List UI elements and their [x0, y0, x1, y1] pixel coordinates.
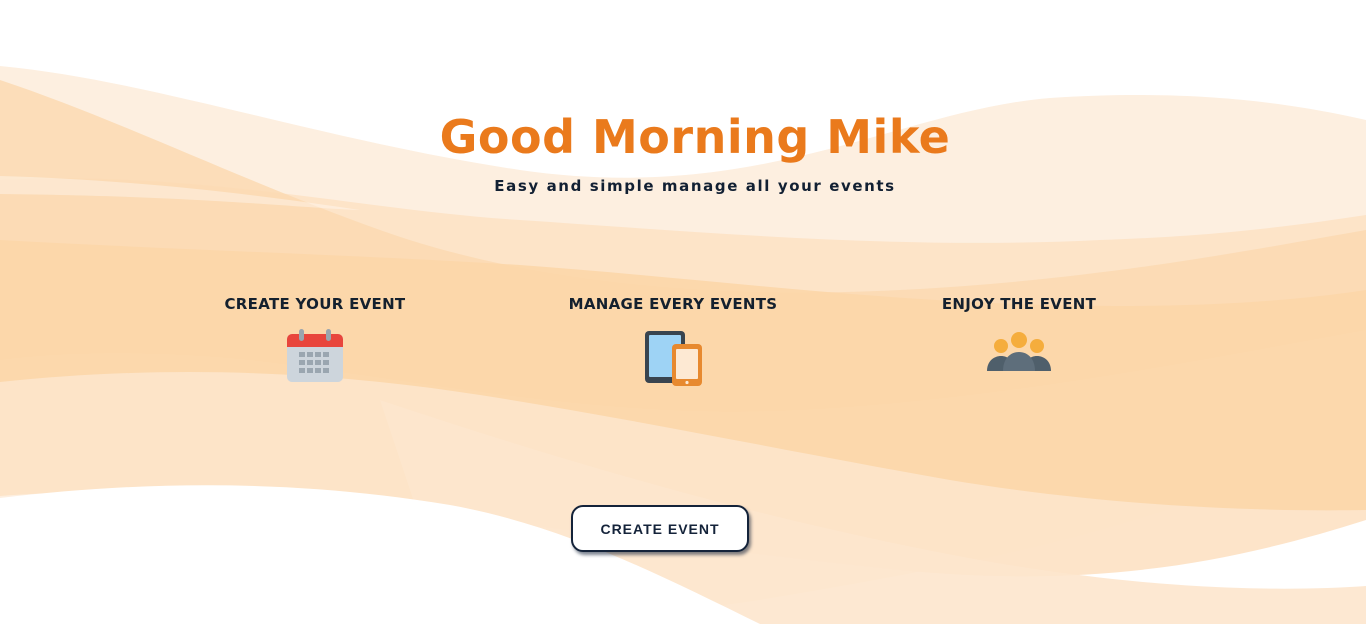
hero-section: Good Morning Mike Easy and simple manage… [0, 0, 1366, 624]
feature-enjoy-event: ENJOY THE EVENT [879, 294, 1159, 378]
feature-create-event: CREATE YOUR EVENT [175, 294, 455, 384]
feature-title: CREATE YOUR EVENT [224, 295, 406, 313]
tagline-text: Easy and simple manage all your events [494, 177, 896, 195]
feature-title: ENJOY THE EVENT [941, 295, 1097, 313]
devices-icon [645, 331, 702, 386]
calendar-icon [287, 329, 343, 382]
greeting-heading: Good Morning Mike [439, 110, 951, 164]
create-event-button[interactable]: CREATE EVENT [571, 505, 749, 552]
feature-manage-events: MANAGE EVERY EVENTS [533, 294, 813, 388]
people-group-icon [987, 332, 1051, 371]
feature-title: MANAGE EVERY EVENTS [568, 295, 778, 313]
